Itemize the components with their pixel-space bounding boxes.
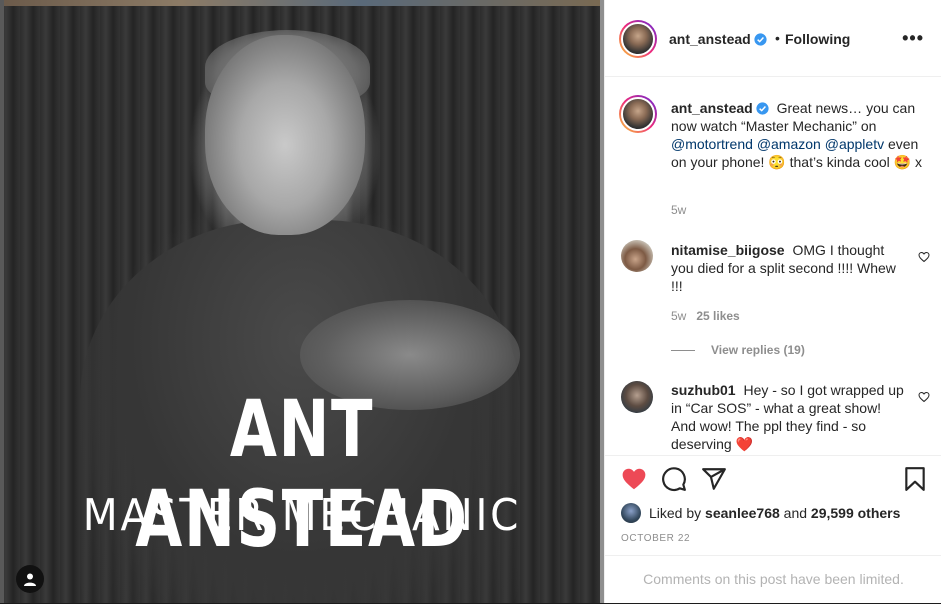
tagged-user-button[interactable] [16,565,44,593]
comment-meta: 5w 25 likes [671,309,740,323]
comments-section[interactable]: ant_anstead Great news… you can now watc… [605,77,941,454]
user-icon [24,573,36,586]
replies-divider [671,350,695,352]
more-options-icon[interactable]: ••• [902,28,924,49]
image-top-edge [0,0,604,6]
caption-author-avatar[interactable] [619,95,657,133]
post-side-panel: ant_anstead • Following ••• ant_anstead … [604,0,941,603]
liked-by-joiner: and [783,505,808,521]
comment-username[interactable]: nitamise_biigose [671,242,785,258]
comment-like-icon[interactable] [918,251,930,263]
likes-others-link[interactable]: 29,599 others [811,505,901,521]
author-username[interactable]: ant_anstead [669,31,767,47]
comment-like-icon[interactable] [918,391,930,403]
comment-bubble-icon[interactable] [661,466,687,492]
comment-username[interactable]: suzhub01 [671,382,736,398]
post-image[interactable]: ANT ANSTEAD MASTER MECHANIC [0,0,604,603]
comment-text: nitamise_biigose OMG I thought you died … [671,241,907,295]
verified-badge-icon [756,102,769,115]
caption-text: ant_anstead Great news… you can now watc… [671,99,927,171]
post-date[interactable]: OCTOBER 22 [621,533,690,544]
caption-age[interactable]: 5w [671,203,686,217]
share-send-icon[interactable] [701,466,727,492]
mention-amazon[interactable]: @amazon [757,136,821,152]
verified-badge-icon [754,33,767,46]
save-bookmark-icon[interactable] [902,466,928,492]
like-heart-icon[interactable] [621,466,647,492]
view-replies-button[interactable]: View replies (19) [671,343,805,357]
author-avatar[interactable] [619,20,657,58]
header-separator: • [775,30,780,46]
liker-avatar[interactable] [621,503,641,523]
comment-age[interactable]: 5w [671,309,686,323]
poster-subtitle: MASTER MECHANIC [82,490,522,541]
caption-username[interactable]: ant_anstead [671,100,769,116]
comment-text: suzhub01 Hey - so I got wrapped up in “C… [671,381,907,453]
post-header: ant_anstead • Following ••• [605,0,941,77]
mention-appletv[interactable]: @appletv [825,136,884,152]
liked-by-prefix: Liked by [649,505,702,521]
liked-by-row: Liked by seanlee768 and 29,599 others [621,503,900,523]
post-actions: Liked by seanlee768 and 29,599 others OC… [605,455,941,556]
image-left-edge [0,0,4,603]
comment-likes[interactable]: 25 likes [696,309,739,323]
comment-avatar[interactable] [621,381,653,413]
following-button[interactable]: Following [785,31,850,47]
comments-limited-notice: Comments on this post have been limited. [605,555,941,604]
liker-username[interactable]: seanlee768 [705,505,780,521]
comment-avatar[interactable] [621,240,653,272]
mention-motortrend[interactable]: @motortrend [671,136,753,152]
photo-subject-head [205,35,365,235]
